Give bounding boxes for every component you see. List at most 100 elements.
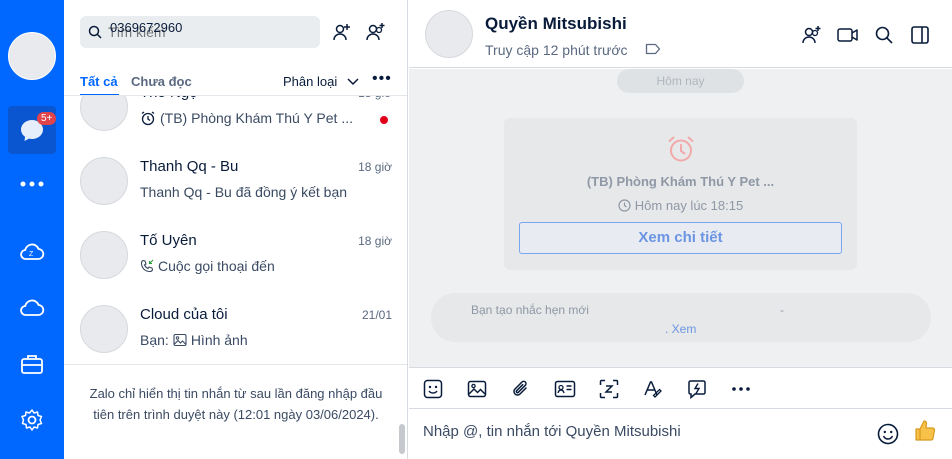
quick-message-icon [687, 379, 707, 399]
chat-panel: Quyền Mitsubishi Truy cập 12 phút trước [409, 0, 952, 459]
conversation-time: 21/01 [361, 308, 392, 322]
contact-status: Truy cập 12 phút trước [485, 42, 628, 58]
conversation-time: 18 giờ [358, 234, 392, 248]
tab-all[interactable]: Tất cả [80, 74, 118, 89]
more-options-button[interactable]: ••• [372, 70, 392, 88]
nav-settings[interactable] [8, 396, 56, 444]
reminder-notice: Bạn tạo nhắc hẹn mới - . Xem [431, 293, 931, 342]
clock-icon [618, 199, 631, 212]
search-box[interactable]: 0369672960 [80, 16, 320, 48]
contact-avatar[interactable] [425, 10, 473, 58]
phone-incoming-icon [140, 259, 154, 273]
thumbs-up-icon[interactable] [913, 419, 937, 443]
image-icon [467, 379, 487, 399]
tab-divider [64, 95, 407, 96]
gear-icon [20, 408, 44, 432]
compose-area [409, 409, 952, 459]
day-separator: Hôm nay [617, 69, 744, 93]
contact-card-icon [554, 380, 576, 398]
sidebar-panel-icon [911, 26, 929, 44]
add-group-icon [801, 25, 823, 45]
reminder-view-link[interactable]: . Xem [665, 322, 696, 336]
search-messages-button[interactable] [871, 22, 897, 48]
text-format-button[interactable] [641, 377, 665, 401]
reminder-card: (TB) Phòng Khám Thú Y Pet ... Hôm nay lú… [504, 118, 857, 270]
avatar [80, 157, 128, 205]
conversation-name: Cloud của tôi [140, 306, 228, 323]
add-friend-button[interactable] [330, 20, 354, 44]
preview-text: (TB) Phòng Khám Thú Y Pet ... [160, 110, 353, 126]
reminder-title: (TB) Phòng Khám Thú Y Pet ... [586, 174, 775, 189]
alarm-clock-icon [140, 110, 156, 126]
search-icon [875, 26, 893, 44]
video-call-button[interactable] [835, 22, 861, 48]
video-camera-icon [837, 27, 859, 43]
reminder-time: Hôm nay lúc 18:15 [504, 198, 857, 213]
conversation-preview: Thanh Qq - Bu đã đồng ý kết bạn [140, 184, 347, 200]
tab-unread[interactable]: Chưa đọc [131, 74, 192, 89]
zcloud-icon: Z [19, 241, 45, 263]
preview-prefix: Bạn: [140, 332, 169, 348]
toggle-info-panel-button[interactable] [907, 22, 933, 48]
alarm-clock-icon [666, 134, 696, 164]
reminder-time-text: Hôm nay lúc 18:15 [634, 198, 744, 213]
conversation-item[interactable]: Thanh Qq - Bu 18 giờ Thanh Qq - Bu đã đồ… [64, 144, 407, 218]
conversation-name: Thanh Qq - Bu [140, 158, 239, 175]
conversation-preview: Cuộc gọi thoại đến [140, 258, 275, 274]
tag-icon[interactable] [645, 42, 661, 56]
screenshot-icon [599, 379, 619, 399]
svg-text:Z: Z [29, 251, 34, 258]
sticker-button[interactable] [421, 377, 445, 401]
nav-more[interactable] [8, 160, 56, 208]
scrollbar[interactable] [399, 424, 405, 454]
more-tools-button[interactable] [729, 377, 753, 401]
preview-text: Hình ảnh [190, 332, 248, 348]
nav-messages[interactable]: 5+ [8, 106, 57, 154]
add-group-icon [365, 22, 387, 42]
avatar [80, 305, 128, 353]
conversation-time: 18 giờ [358, 160, 392, 174]
create-group-button[interactable] [364, 20, 388, 44]
cloud-icon [19, 298, 45, 318]
history-notice: Zalo chỉ hiển thị tin nhắn từ sau lần đă… [64, 364, 407, 459]
briefcase-icon [20, 353, 44, 375]
image-icon [173, 333, 187, 347]
view-details-button[interactable]: Xem chi tiết [519, 222, 842, 254]
classify-dropdown[interactable]: Phân loại [283, 74, 337, 89]
conversation-preview: Bạn: Hình ảnh [140, 332, 248, 348]
chevron-down-icon[interactable] [346, 74, 360, 88]
more-dots-icon [732, 387, 750, 391]
reminder-notice-text: Bạn tạo nhắc hẹn mới [471, 303, 589, 317]
add-to-group-button[interactable] [799, 22, 825, 48]
message-input[interactable] [423, 423, 863, 440]
send-image-button[interactable] [465, 377, 489, 401]
preview-text: Thanh Qq - Bu đã đồng ý kết bạn [140, 184, 348, 200]
sticker-icon [423, 379, 443, 399]
preview-text: Cuộc gọi thoại đến [158, 258, 275, 274]
avatar [80, 231, 128, 279]
left-nav: 5+ Z [0, 0, 64, 459]
more-dots-icon [20, 180, 44, 188]
emoji-icon[interactable] [877, 423, 899, 445]
contact-name[interactable]: Quyền Mitsubishi [485, 14, 627, 34]
unread-dot [380, 116, 388, 124]
message-area: Hôm nay (TB) Phòng Khám Thú Y Pet ... Hô… [409, 69, 952, 367]
screenshot-button[interactable] [597, 377, 621, 401]
send-contact-card-button[interactable] [553, 377, 577, 401]
unread-badge: 5+ [37, 112, 57, 125]
nav-cloud[interactable] [8, 284, 56, 332]
nav-toolbox[interactable] [8, 340, 56, 388]
reminder-notice-dash: - [780, 303, 784, 317]
search-icon [88, 25, 102, 39]
nav-zcloud[interactable]: Z [8, 228, 56, 276]
compose-toolbar [409, 367, 952, 409]
search-input[interactable] [108, 24, 308, 40]
conversation-name: Tố Uyên [140, 232, 197, 249]
conversation-panel: 0369672960 Tất cả Chưa đọc Phân loại •••… [64, 0, 408, 459]
attach-file-button[interactable] [509, 377, 533, 401]
conversation-item[interactable]: Cloud của tôi 21/01 Bạn: Hình ảnh [64, 292, 407, 366]
conversation-item[interactable]: Tố Uyên 18 giờ Cuộc gọi thoại đến [64, 218, 407, 292]
user-avatar[interactable] [8, 32, 56, 80]
quick-message-button[interactable] [685, 377, 709, 401]
add-user-icon [332, 22, 352, 42]
